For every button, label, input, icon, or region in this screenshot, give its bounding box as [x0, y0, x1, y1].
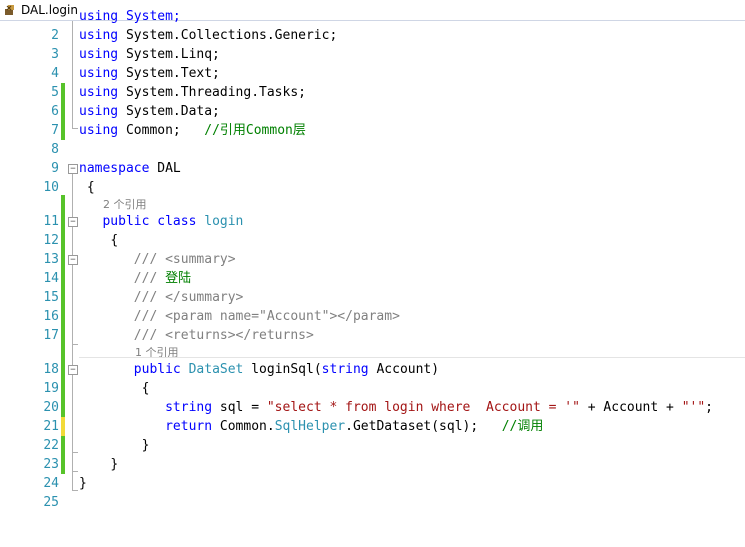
- saved-change-marker: [61, 269, 65, 288]
- code-text: /// </summary>: [133, 290, 244, 305]
- code-line: 22 }: [0, 436, 745, 455]
- collapse-namespace-icon[interactable]: −: [68, 164, 78, 174]
- code-text: public class login: [102, 214, 244, 229]
- code-line: 21 return Common.SqlHelper.GetDataset(sq…: [0, 417, 745, 436]
- line-number: 23: [43, 457, 59, 472]
- code-line: 7 using Common; //引用Common层: [0, 121, 745, 140]
- code-text: using System.Text;: [79, 66, 220, 81]
- line-number: 4: [51, 66, 59, 81]
- saved-change-marker: [61, 398, 65, 417]
- code-line: 11 public class login: [0, 212, 745, 231]
- code-text: }: [110, 457, 119, 472]
- code-text: return Common.SqlHelper.GetDataset(sql);…: [165, 419, 544, 434]
- outline-guide: [72, 375, 73, 452]
- code-line: 18 public DataSet loginSql(string Accoun…: [0, 360, 745, 379]
- code-line: 5 using System.Threading.Tasks;: [0, 83, 745, 102]
- saved-change-marker: [61, 250, 65, 269]
- code-line: 8: [0, 140, 745, 159]
- saved-change-marker: [61, 231, 65, 250]
- collapse-method-icon[interactable]: −: [68, 365, 78, 375]
- code-text: using System.Data;: [79, 104, 220, 119]
- code-line: 2 using System.Collections.Generic;: [0, 26, 745, 45]
- line-number: 6: [51, 104, 59, 119]
- outline-guide: [72, 128, 78, 129]
- saved-change-marker: [61, 121, 65, 140]
- line-number: 20: [43, 400, 59, 415]
- code-text: using Common; //引用Common层: [79, 123, 306, 138]
- line-number: 19: [43, 381, 59, 396]
- code-text: /// <summary>: [133, 252, 236, 267]
- line-number: 24: [43, 476, 59, 491]
- code-text: using System.Threading.Tasks;: [79, 85, 306, 100]
- line-number: 9: [51, 161, 59, 176]
- code-text: using System.Linq;: [79, 47, 220, 62]
- outline-guide: [72, 490, 78, 491]
- code-text: {: [141, 381, 150, 396]
- line-number: 16: [43, 309, 59, 324]
- saved-change-marker: [61, 379, 65, 398]
- code-line: 25: [0, 493, 745, 512]
- line-number: 7: [51, 123, 59, 138]
- line-number: 22: [43, 438, 59, 453]
- saved-change-marker: [61, 288, 65, 307]
- line-number: 13: [43, 252, 59, 267]
- code-editor[interactable]: using System; 2 using System.Collections…: [0, 9, 745, 547]
- saved-change-marker: [61, 83, 65, 102]
- code-line: 4 using System.Text;: [0, 64, 745, 83]
- code-line: 23 }: [0, 455, 745, 474]
- line-number: 14: [43, 271, 59, 286]
- line-number: 11: [43, 214, 59, 229]
- collapse-summary-icon[interactable]: −: [68, 255, 78, 265]
- saved-change-marker: [61, 455, 65, 474]
- unsaved-change-marker: [61, 417, 65, 436]
- method-separator: [79, 357, 745, 358]
- code-text: namespace DAL: [79, 161, 181, 176]
- code-line: 20 string sql = "select * from login whe…: [0, 398, 745, 417]
- saved-change-marker: [61, 212, 65, 231]
- code-text: /// 登陆: [133, 271, 192, 286]
- code-text: public DataSet loginSql(string Account): [133, 362, 440, 377]
- line-number: 15: [43, 290, 59, 305]
- outline-guide: [72, 471, 78, 472]
- code-line: 16 /// <param name="Account"></param>: [0, 307, 745, 326]
- line-number: 25: [43, 495, 59, 510]
- code-line: 24 }: [0, 474, 745, 493]
- line-number: 2: [51, 28, 59, 43]
- code-text: }: [141, 438, 150, 453]
- saved-change-marker: [61, 102, 65, 121]
- line-number: 8: [51, 142, 59, 157]
- code-line: 12 {: [0, 231, 745, 250]
- code-text: string sql = "select * from login where …: [165, 400, 713, 415]
- code-text: using System.Collections.Generic;: [79, 28, 338, 43]
- code-line: 9 namespace DAL: [0, 159, 745, 178]
- line-number: 5: [51, 85, 59, 100]
- outline-guide: [72, 452, 78, 453]
- code-line: using System;: [79, 9, 181, 24]
- code-text: {: [110, 233, 119, 248]
- line-number: 18: [43, 362, 59, 377]
- saved-change-marker: [61, 307, 65, 326]
- code-text: }: [79, 476, 87, 491]
- code-line: 6 using System.Data;: [0, 102, 745, 121]
- saved-change-marker: [61, 360, 65, 379]
- code-text: /// <param name="Account"></param>: [133, 309, 400, 324]
- code-line: 13 /// <summary>: [0, 250, 745, 269]
- code-line: 15 /// </summary>: [0, 288, 745, 307]
- line-number: 12: [43, 233, 59, 248]
- line-number: 3: [51, 47, 59, 62]
- code-line: 14 /// 登陆: [0, 269, 745, 288]
- outline-guide: [72, 265, 73, 344]
- saved-change-marker: [61, 436, 65, 455]
- line-number: 21: [43, 419, 59, 434]
- collapse-class-icon[interactable]: −: [68, 217, 78, 227]
- outline-guide: [72, 21, 73, 128]
- code-line: 19 {: [0, 379, 745, 398]
- outline-guide: [72, 344, 78, 345]
- code-line: 3 using System.Linq;: [0, 45, 745, 64]
